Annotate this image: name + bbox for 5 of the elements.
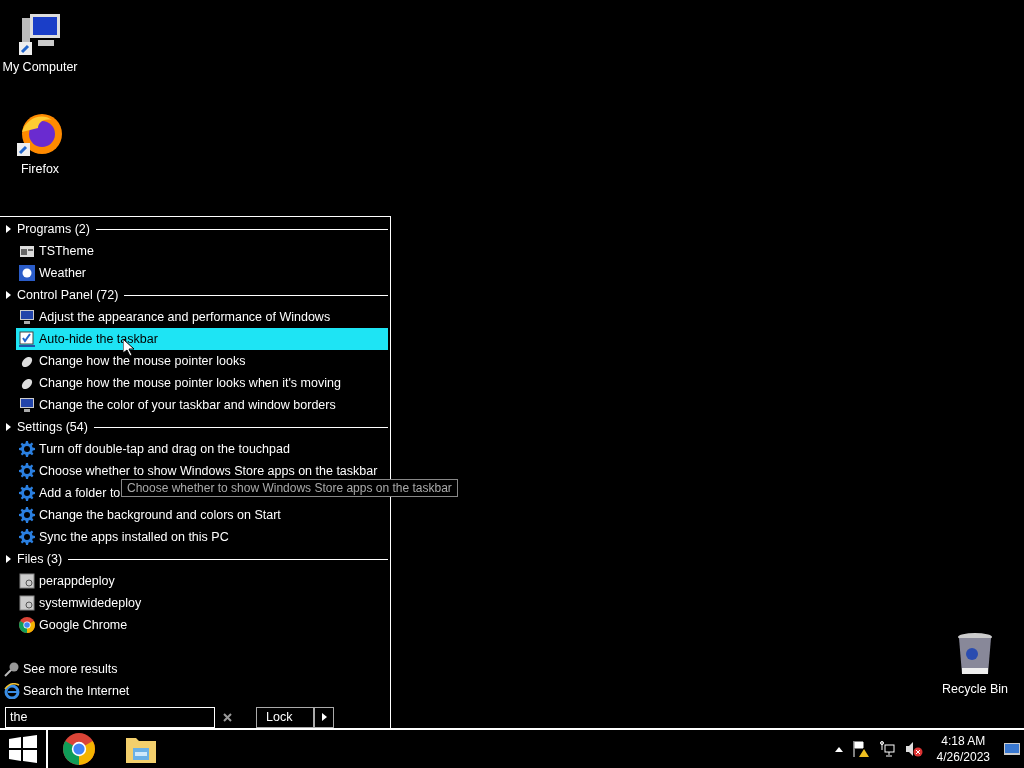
tooltip: Choose whether to show Windows Store apps on the taskbar bbox=[121, 479, 458, 497]
group-header: Control Panel (72) bbox=[17, 288, 119, 302]
group-header: Settings (54) bbox=[17, 420, 88, 434]
group-header: Files (3) bbox=[17, 552, 63, 566]
group-header: Programs (2) bbox=[17, 222, 90, 236]
